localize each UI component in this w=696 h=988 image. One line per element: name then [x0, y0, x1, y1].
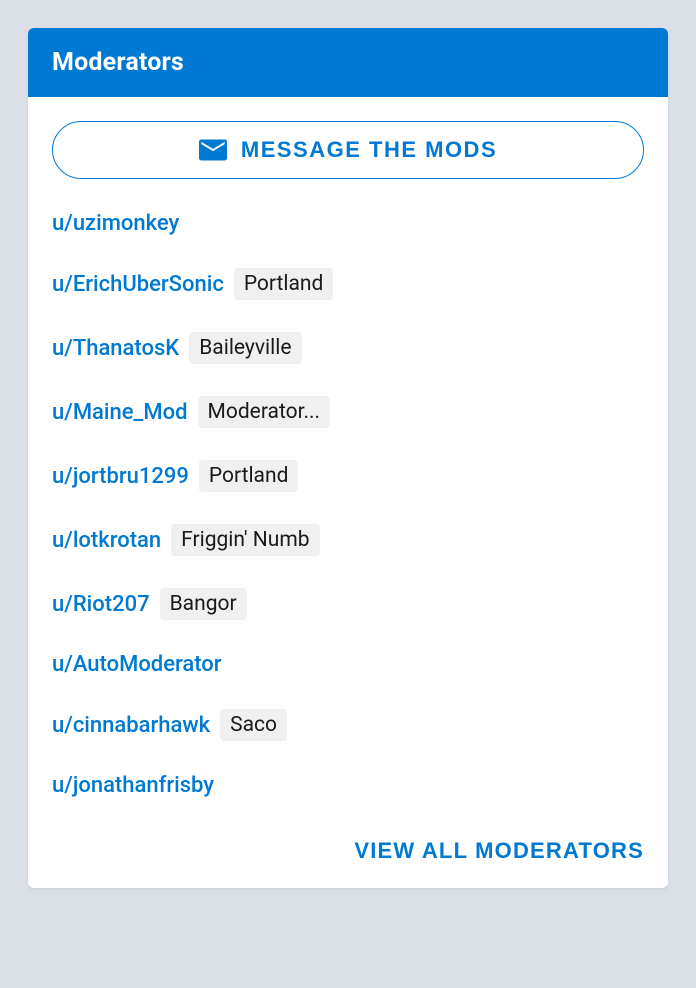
moderator-flair: Saco	[220, 709, 287, 741]
moderators-card: Moderators MESSAGE THE MODS u/uzimonkey …	[28, 28, 668, 888]
card-header: Moderators	[28, 28, 668, 97]
moderator-flair: Bangor	[160, 588, 247, 620]
card-body: MESSAGE THE MODS u/uzimonkey u/ErichUber…	[28, 97, 668, 888]
moderator-row: u/AutoModerator	[52, 652, 644, 677]
moderator-row: u/jonathanfrisby	[52, 773, 644, 798]
moderator-username[interactable]: u/Riot207	[52, 592, 150, 617]
moderator-row: u/Maine_Mod Moderator...	[52, 396, 644, 428]
moderator-flair: Portland	[199, 460, 299, 492]
moderator-username[interactable]: u/uzimonkey	[52, 211, 179, 236]
moderator-flair: Moderator...	[198, 396, 331, 428]
moderator-row: u/cinnabarhawk Saco	[52, 709, 644, 741]
moderator-row: u/Riot207 Bangor	[52, 588, 644, 620]
moderator-row: u/lotkrotan Friggin' Numb	[52, 524, 644, 556]
moderator-row: u/uzimonkey	[52, 211, 644, 236]
view-all-moderators-button[interactable]: VIEW ALL MODERATORS	[354, 838, 644, 864]
moderator-username[interactable]: u/ThanatosK	[52, 336, 179, 361]
moderator-username[interactable]: u/jortbru1299	[52, 464, 189, 489]
card-footer: VIEW ALL MODERATORS	[52, 838, 644, 864]
moderator-username[interactable]: u/ErichUberSonic	[52, 272, 224, 297]
moderator-username[interactable]: u/AutoModerator	[52, 652, 222, 677]
message-mods-button[interactable]: MESSAGE THE MODS	[52, 121, 644, 179]
moderator-username[interactable]: u/Maine_Mod	[52, 400, 188, 425]
card-title: Moderators	[52, 48, 644, 77]
moderator-row: u/ThanatosK Baileyville	[52, 332, 644, 364]
moderator-flair: Friggin' Numb	[171, 524, 319, 556]
moderator-list: u/uzimonkey u/ErichUberSonic Portland u/…	[52, 211, 644, 798]
moderator-username[interactable]: u/cinnabarhawk	[52, 713, 210, 738]
moderator-row: u/ErichUberSonic Portland	[52, 268, 644, 300]
envelope-icon	[199, 136, 227, 164]
moderator-row: u/jortbru1299 Portland	[52, 460, 644, 492]
moderator-username[interactable]: u/jonathanfrisby	[52, 773, 214, 798]
moderator-username[interactable]: u/lotkrotan	[52, 528, 161, 553]
moderator-flair: Portland	[234, 268, 334, 300]
message-mods-label: MESSAGE THE MODS	[241, 137, 497, 163]
moderator-flair: Baileyville	[189, 332, 301, 364]
